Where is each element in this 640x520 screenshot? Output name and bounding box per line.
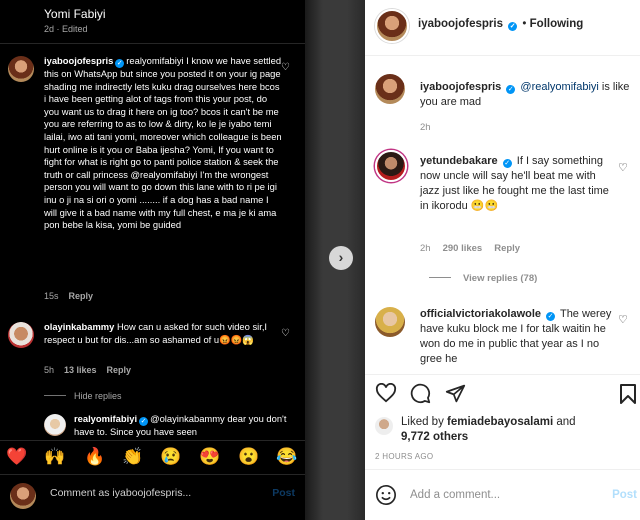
caption-time: 2h: [420, 122, 431, 133]
post-button[interactable]: Post: [612, 489, 637, 501]
likes-and: and: [553, 416, 576, 428]
comment-username[interactable]: iyaboojofespris: [44, 55, 113, 66]
comment-text: iyaboojofespris ✓ realyomifabiyi I know we…: [44, 55, 284, 232]
liker-username[interactable]: femiadebayosalami: [447, 416, 553, 428]
comment-username[interactable]: yetundebakare: [420, 155, 498, 167]
liker-avatar: [375, 417, 393, 435]
avatar[interactable]: [375, 307, 405, 337]
following-button[interactable]: Following: [530, 18, 584, 30]
comment-text: yetundebakare ✓ If I say something now u…: [420, 154, 615, 214]
current-user-avatar: [10, 483, 36, 509]
comment-username[interactable]: realyomifabiyi: [74, 413, 137, 424]
add-comment-input[interactable]: Add a comment...: [410, 489, 500, 501]
comment-meta: 5h 13 likes Reply: [44, 365, 141, 375]
post-meta: 2d · Edited: [44, 24, 88, 34]
hide-replies-button[interactable]: Hide replies: [44, 391, 122, 401]
author-avatar[interactable]: [375, 9, 409, 43]
avatar[interactable]: [8, 322, 34, 348]
crying-face-emoji-icon[interactable]: 😢: [160, 447, 181, 467]
comment-text: olayinkabammy How can u asked for such v…: [44, 321, 284, 346]
emoji-quick-bar: ❤️ 🙌 🔥 👏 😢 😍 😮 😂: [0, 440, 305, 474]
view-replies-button[interactable]: View replies (78): [429, 273, 537, 284]
reply-button[interactable]: Reply: [107, 365, 132, 375]
comment-meta: 2h 290 likes Reply: [420, 243, 532, 254]
comment-text: officialvictoriakolawole ✓ The werey hav…: [420, 307, 615, 369]
avatar[interactable]: [8, 56, 34, 82]
add-comment-bar: Add a comment... Post: [365, 469, 640, 520]
heart-eyes-emoji-icon[interactable]: 😍: [199, 447, 220, 467]
comment-time: 15s: [44, 291, 59, 301]
post-header: iyaboojofespris ✓ • Following: [365, 0, 640, 56]
post-button[interactable]: Post: [272, 487, 295, 499]
avatar[interactable]: [375, 150, 407, 182]
comment-likes[interactable]: 13 likes: [64, 365, 97, 375]
like-heart-icon[interactable]: ♡: [281, 62, 290, 73]
reply-button[interactable]: Reply: [494, 243, 520, 254]
verified-badge-icon: ✓: [508, 22, 518, 31]
author-avatar[interactable]: [375, 74, 405, 104]
comment-username[interactable]: officialvictoriakolawole: [420, 308, 541, 320]
comments-sheet: Yomi Fabiyi 2d · Edited iyaboojofespris ✓…: [0, 0, 305, 520]
like-heart-icon[interactable]: ♡: [618, 161, 628, 174]
red-heart-emoji-icon[interactable]: ❤️: [6, 447, 27, 467]
reply-text: realyomifabiyi ✓ @olayinkabammy dear you d…: [74, 413, 289, 439]
caption-mention[interactable]: @realyomifabiyi: [520, 81, 598, 93]
caption-username[interactable]: iyaboojofespris: [420, 81, 501, 93]
verified-badge-icon: ✓: [502, 159, 512, 168]
post-time-ago: 2 HOURS AGO: [375, 452, 434, 461]
author-username[interactable]: iyaboojofespris: [418, 18, 503, 30]
likes-count[interactable]: 9,772 others: [401, 431, 468, 443]
verified-badge-icon: ✓: [546, 312, 556, 321]
screenshot-root: Yomi Fabiyi 2d · Edited iyaboojofespris ✓…: [0, 0, 640, 520]
next-arrow-icon[interactable]: ›: [329, 246, 353, 270]
author-line: iyaboojofespris ✓ • Following: [418, 18, 583, 31]
comment-time: 5h: [44, 365, 55, 375]
likes-summary: Liked by femiadebayosalami and 9,772 oth…: [401, 415, 576, 445]
share-paper-plane-icon[interactable]: [445, 383, 466, 404]
like-heart-icon[interactable]: ♡: [281, 328, 290, 339]
caption-text: iyaboojofespris ✓ @realyomifabiyi is lik…: [420, 80, 632, 110]
divider: [0, 43, 305, 44]
post-author-name[interactable]: Yomi Fabiyi: [44, 7, 106, 21]
emoji-smiley-icon[interactable]: [375, 484, 397, 506]
post-detail-panel: iyaboojofespris ✓ • Following iyaboojofe…: [365, 0, 640, 520]
separator-dot: •: [522, 18, 527, 30]
avatar[interactable]: [44, 414, 66, 436]
verified-badge-icon: ✓: [115, 59, 125, 68]
comment-likes[interactable]: 290 likes: [443, 243, 483, 254]
surprised-face-emoji-icon[interactable]: 😮: [238, 447, 259, 467]
comment-input[interactable]: Comment as iyaboojofespris...: [50, 487, 191, 499]
verified-badge-icon: ✓: [506, 85, 516, 94]
likes-prefix: Liked by: [401, 416, 448, 428]
reply-button[interactable]: Reply: [69, 291, 94, 301]
comment-input-bar: Comment as iyaboojofespris... Post: [0, 474, 305, 520]
fire-emoji-icon[interactable]: 🔥: [84, 447, 105, 467]
laughing-face-emoji-icon[interactable]: 😂: [276, 447, 297, 467]
comment-body: realyomifabiyi I know we have settled th…: [44, 55, 282, 231]
raising-hands-emoji-icon[interactable]: 🙌: [44, 447, 65, 467]
bookmark-icon[interactable]: [619, 383, 637, 405]
like-heart-icon[interactable]: ♡: [618, 313, 628, 326]
comment-username[interactable]: olayinkabammy: [44, 321, 114, 332]
comment-bubble-icon[interactable]: [410, 383, 431, 404]
verified-badge-icon: ✓: [139, 417, 149, 426]
comment-meta: 15s Reply: [44, 291, 103, 301]
like-heart-icon[interactable]: [375, 383, 397, 403]
clapping-hands-emoji-icon[interactable]: 👏: [122, 447, 143, 467]
comment-time: 2h: [420, 243, 431, 254]
